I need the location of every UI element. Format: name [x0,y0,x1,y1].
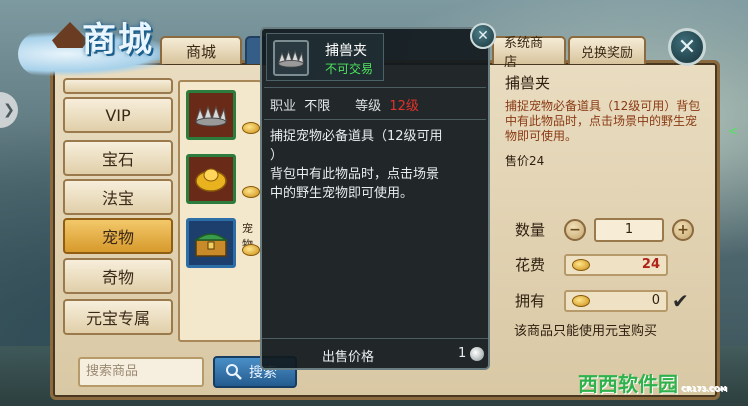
category-curio[interactable]: 奇物 [63,258,173,294]
level-label: 等级 [355,99,382,114]
detail-item-name: 捕兽夹 [505,74,551,92]
tooltip-footer: 出售价格 1 [262,338,488,368]
cost-value: 24 [641,257,660,272]
tooltip-requirements: 职业 不限 等级 12级 [270,95,419,114]
category-partial[interactable] [63,78,173,94]
watermark-url: CR173.COM [681,385,727,393]
edge-indicator: < [728,124,739,138]
gold-coin-icon [242,122,260,134]
owned-value: 0 [651,293,660,308]
tooltip-item-name: 捕兽夹 [325,43,367,59]
quantity-label: 数量 [515,221,546,239]
gold-ingot-icon [195,168,227,192]
tooltip-description: 捕捉宠物必备道具（12级可用 ） 背包中有此物品时，点击场景 中的野生宠物即可使… [270,127,484,203]
item-list: 宠物 [178,80,262,342]
description-line: 捕捉宠物必备道具（12级可用 [270,129,443,144]
detail-description: 捕捉宠物必备道具（12级可用）背包中有此物品时，点击场景中的野生宠物即可使用。 [505,99,701,143]
gold-coin-icon [242,244,260,256]
close-shop-button[interactable]: ✕ [668,28,706,66]
owned-label: 拥有 [515,292,546,310]
trap-icon [195,105,227,127]
category-gem[interactable]: 宝石 [63,140,173,176]
quantity-input[interactable]: 1 [594,218,664,242]
item-detail-panel: 捕兽夹 捕捉宠物必备道具（12级可用）背包中有此物品时，点击场景中的野生宠物即可… [505,72,705,169]
increase-quantity-button[interactable]: + [672,219,694,241]
detail-price: 售价24 [505,154,545,168]
trap-icon [278,50,304,68]
tab-exchange-reward[interactable]: 兑换奖励 [568,36,646,64]
sell-price-value: 1 [458,346,467,361]
close-tooltip-button[interactable]: ✕ [470,23,496,49]
sell-price-label: 出售价格 [322,350,375,365]
watermark-text: 西西软件园 [578,372,678,396]
tab-shop[interactable]: 商城 [160,36,242,64]
level-value: 12级 [389,99,419,114]
item-slot-trap[interactable] [186,90,236,140]
tooltip-divider [264,87,486,88]
description-line: 背包中有此物品时，点击场景 [270,167,440,182]
category-pet[interactable]: 宠物 [63,218,173,254]
purchase-note: 该商品只能使用元宝购买 [514,324,658,339]
decrease-quantity-button[interactable]: − [564,219,586,241]
gold-coin-icon [242,186,260,198]
tooltip-divider [264,119,486,120]
cost-field: 24 [564,254,668,276]
gold-coin-icon [572,295,590,307]
cost-label: 花费 [515,256,546,274]
description-line: ） [270,148,284,163]
search-icon [226,364,242,380]
item-slot-ingot[interactable] [186,154,236,204]
shop-logo-title: 商城 [82,20,154,60]
treasure-chest-icon [193,233,229,257]
owned-field: 0 [564,290,668,312]
item-tooltip: 捕兽夹 不可交易 ✕ 职业 不限 等级 12级 捕捉宠物必备道具（12级可用 ）… [260,23,496,370]
category-yuanbao-exclusive[interactable]: 元宝专属 [63,299,173,335]
shop-logo: 商城 [18,4,178,84]
tooltip-header: 捕兽夹 不可交易 [266,33,384,81]
silver-coin-icon [470,347,484,361]
category-vip[interactable]: VIP [63,97,173,133]
profession-label: 职业 [270,99,297,114]
description-line: 中的野生宠物即可使用。 [270,186,414,201]
tooltip-item-icon [273,40,309,76]
checkmark-icon[interactable]: ✔ [672,289,689,313]
tab-system-shop[interactable]: 系统商店 [492,36,566,70]
tooltip-tradeable: 不可交易 [325,62,374,76]
search-input[interactable]: 搜索商品 [78,357,204,387]
category-artifact[interactable]: 法宝 [63,179,173,215]
gold-coin-icon [572,259,590,271]
profession-value: 不限 [304,99,331,114]
item-slot-chest[interactable] [186,218,236,268]
watermark: 西西软件园 CR173.COM [578,368,727,397]
